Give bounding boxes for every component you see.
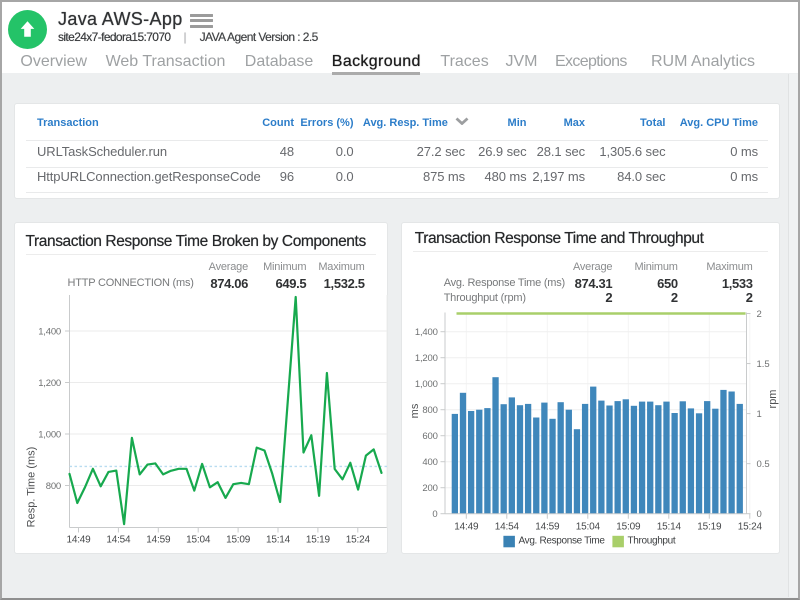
svg-text:15:14: 15:14 xyxy=(657,521,682,532)
svg-text:1,000: 1,000 xyxy=(415,379,438,390)
svg-text:14:59: 14:59 xyxy=(535,521,560,532)
svg-text:600: 600 xyxy=(422,431,437,442)
svg-text:1,400: 1,400 xyxy=(415,327,438,338)
svg-text:0: 0 xyxy=(432,509,437,520)
svg-text:14:54: 14:54 xyxy=(495,521,520,532)
svg-text:800: 800 xyxy=(46,481,61,492)
svg-text:2: 2 xyxy=(757,309,762,320)
svg-text:15:24: 15:24 xyxy=(738,521,763,532)
svg-text:1: 1 xyxy=(757,409,762,420)
svg-text:800: 800 xyxy=(422,405,437,416)
svg-text:15:14: 15:14 xyxy=(266,535,291,546)
svg-text:ms: ms xyxy=(409,403,421,418)
svg-text:400: 400 xyxy=(422,457,437,468)
svg-text:1,400: 1,400 xyxy=(38,326,61,337)
svg-text:Avg. Response Time: Avg. Response Time xyxy=(519,536,606,547)
svg-text:15:04: 15:04 xyxy=(186,535,211,546)
svg-text:rpm: rpm xyxy=(767,390,779,409)
svg-text:15:19: 15:19 xyxy=(697,521,722,532)
svg-text:1,200: 1,200 xyxy=(38,378,61,389)
svg-text:Throughput: Throughput xyxy=(628,536,676,547)
svg-text:14:54: 14:54 xyxy=(106,535,131,546)
svg-text:14:49: 14:49 xyxy=(66,535,91,546)
svg-text:15:09: 15:09 xyxy=(226,535,251,546)
svg-text:1,200: 1,200 xyxy=(415,353,438,364)
svg-text:14:59: 14:59 xyxy=(146,535,171,546)
svg-text:15:24: 15:24 xyxy=(346,535,371,546)
svg-text:1,000: 1,000 xyxy=(38,429,61,440)
svg-text:15:04: 15:04 xyxy=(576,521,601,532)
svg-text:1.5: 1.5 xyxy=(757,359,770,370)
svg-text:0.5: 0.5 xyxy=(757,459,770,470)
svg-text:200: 200 xyxy=(422,483,437,494)
svg-text:15:19: 15:19 xyxy=(306,535,331,546)
svg-text:15:09: 15:09 xyxy=(616,521,641,532)
svg-text:14:49: 14:49 xyxy=(454,521,479,532)
svg-text:0: 0 xyxy=(757,509,762,520)
svg-text:Resp. Time (ms): Resp. Time (ms) xyxy=(25,447,37,528)
